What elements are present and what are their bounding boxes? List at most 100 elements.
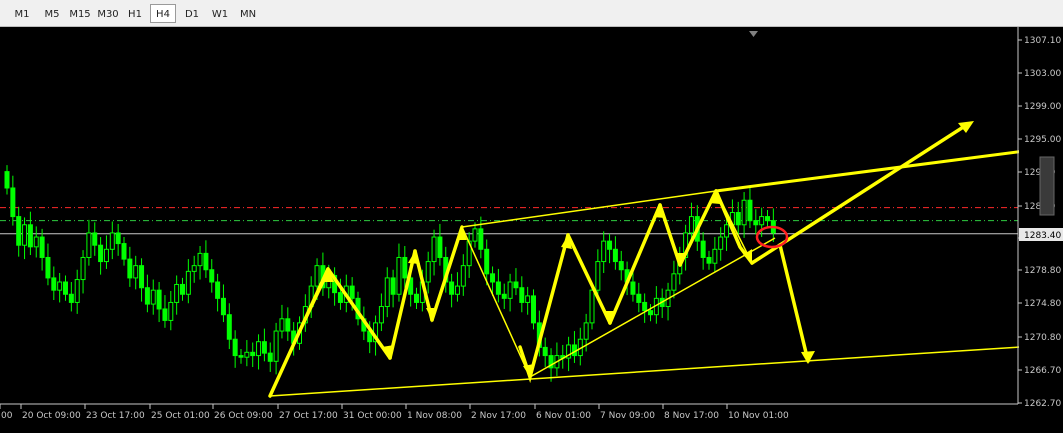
candle-body bbox=[589, 289, 595, 324]
time-tick-label: 1 Nov 08:00 bbox=[407, 411, 462, 421]
candle-body bbox=[209, 269, 215, 283]
candle-body bbox=[765, 216, 770, 222]
candle-body bbox=[454, 285, 460, 295]
time-tick-label: 8 Nov 17:00 bbox=[664, 411, 719, 421]
candle-body bbox=[349, 285, 355, 299]
candle-body bbox=[226, 314, 232, 340]
candle-body bbox=[724, 224, 730, 238]
candle-body bbox=[267, 352, 273, 362]
time-tick-label: 23 Oct 17:00 bbox=[86, 411, 145, 421]
candle-body bbox=[16, 216, 22, 246]
candle-body bbox=[460, 265, 466, 287]
candle-body bbox=[261, 341, 267, 354]
timeframe-h4-button[interactable]: H4 bbox=[150, 4, 176, 23]
price-tick-label: 1299.00 bbox=[1024, 102, 1061, 112]
time-tick-label: 00 bbox=[1, 411, 13, 421]
timeframe-m5-button[interactable]: M5 bbox=[38, 4, 66, 23]
candle-body bbox=[51, 277, 57, 291]
timeframe-m30-button[interactable]: M30 bbox=[94, 4, 122, 23]
time-tick-label: 20 Oct 09:00 bbox=[22, 411, 81, 421]
time-tick-label: 6 Nov 01:00 bbox=[536, 411, 591, 421]
candle-body bbox=[337, 292, 343, 303]
price-tick-label: 1307.10 bbox=[1024, 36, 1061, 46]
candle-body bbox=[68, 293, 74, 303]
price-tick-label: 1278.80 bbox=[1024, 266, 1061, 276]
candle-body bbox=[220, 297, 226, 316]
time-tick-label: 10 Nov 01:00 bbox=[728, 411, 789, 421]
candle-body bbox=[92, 232, 98, 246]
candle-body bbox=[390, 277, 396, 295]
timeframe-m1-button[interactable]: M1 bbox=[8, 4, 36, 23]
candle-body bbox=[431, 236, 437, 263]
candle-body bbox=[542, 346, 548, 357]
candle-body bbox=[80, 256, 86, 281]
candle-body bbox=[501, 293, 507, 299]
timeframe-w1-button[interactable]: W1 bbox=[206, 4, 234, 23]
candle-body bbox=[4, 171, 10, 189]
price-chart[interactable]: 1307.101303.001299.001295.001290.91286.9… bbox=[0, 27, 1063, 433]
candle-body bbox=[250, 351, 256, 357]
time-tick-label: 31 Oct 00:00 bbox=[343, 411, 402, 421]
candle-body bbox=[753, 220, 759, 226]
time-tick-label: 25 Oct 01:00 bbox=[151, 411, 210, 421]
timeframe-mn-button[interactable]: MN bbox=[234, 4, 262, 23]
candle-body bbox=[384, 277, 390, 308]
timeframe-d1-button[interactable]: D1 bbox=[178, 4, 206, 23]
candle-body bbox=[174, 283, 180, 303]
candle-body bbox=[150, 289, 156, 305]
candle-body bbox=[378, 306, 384, 324]
candle-body bbox=[425, 261, 431, 283]
candle-body bbox=[630, 281, 636, 295]
price-tick-label: 1303.00 bbox=[1024, 69, 1061, 79]
candle-body bbox=[232, 338, 238, 357]
timeframe-m15-button[interactable]: M15 bbox=[66, 4, 94, 23]
candle-body bbox=[437, 236, 443, 258]
candle-body bbox=[127, 258, 133, 279]
candle-body bbox=[273, 330, 279, 362]
candle-body bbox=[162, 308, 168, 321]
candle-body bbox=[513, 281, 519, 289]
price-scale-handle[interactable] bbox=[1039, 156, 1055, 216]
candle-body bbox=[612, 248, 618, 263]
candle-body bbox=[168, 301, 174, 321]
candle-body bbox=[180, 283, 185, 295]
candle-body bbox=[478, 228, 484, 250]
candle-body bbox=[718, 236, 724, 250]
price-tick-label: 1295.00 bbox=[1024, 135, 1061, 145]
candle-body bbox=[185, 270, 191, 295]
candle-body bbox=[519, 287, 525, 303]
candle-body bbox=[22, 224, 28, 246]
candle-body bbox=[314, 265, 320, 287]
candle-body bbox=[595, 261, 601, 291]
candle-body bbox=[244, 351, 250, 358]
timeframe-h1-button[interactable]: H1 bbox=[122, 4, 148, 23]
candle-body bbox=[109, 232, 115, 250]
candle-body bbox=[414, 293, 419, 303]
candle-body bbox=[618, 261, 624, 271]
candle-body bbox=[449, 281, 455, 295]
candle-body bbox=[203, 252, 209, 271]
candle-body bbox=[285, 318, 291, 332]
candle-body bbox=[601, 240, 607, 263]
price-tick-label: 1262.70 bbox=[1024, 399, 1061, 409]
candle-body bbox=[712, 248, 718, 264]
candle-body bbox=[490, 273, 496, 283]
candle-body bbox=[45, 256, 51, 279]
candle-body bbox=[735, 212, 741, 226]
candle-body bbox=[103, 248, 109, 263]
candle-body bbox=[706, 256, 712, 264]
candle-body bbox=[671, 273, 677, 291]
candle-body bbox=[688, 216, 694, 234]
candle-body bbox=[583, 322, 589, 340]
candle-body bbox=[191, 265, 197, 272]
candle-body bbox=[256, 341, 262, 357]
candle-body bbox=[63, 281, 68, 295]
time-tick-label: 27 Oct 17:00 bbox=[279, 411, 338, 421]
candle-body bbox=[402, 256, 408, 279]
candle-body bbox=[144, 287, 150, 305]
candle-body bbox=[27, 224, 33, 248]
candle-body bbox=[139, 265, 145, 289]
candle-body bbox=[642, 301, 648, 312]
candle-body bbox=[636, 293, 642, 303]
candle-body bbox=[115, 232, 121, 245]
